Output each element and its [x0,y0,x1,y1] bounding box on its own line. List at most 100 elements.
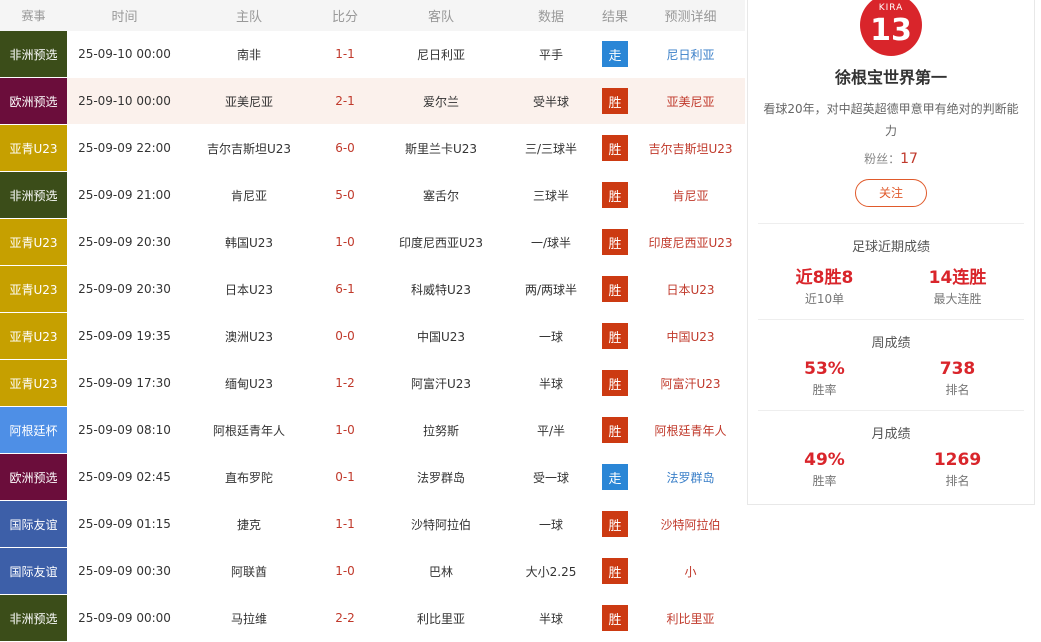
away-team[interactable]: 印度尼西亚U23 [374,234,508,251]
league-tag[interactable]: 非洲预选 [0,31,67,77]
weekly-stats-title: 周成绩 [871,336,911,351]
weekly-rank-label: 排名 [945,383,970,397]
home-team[interactable]: 韩国U23 [182,234,316,251]
table-row[interactable]: 国际友谊 25-09-09 01:15 捷克 1-1 沙特阿拉伯 一球胜沙特阿拉伯 [0,501,745,548]
home-team[interactable]: 捷克 [182,516,316,533]
table-row[interactable]: 亚青U23 25-09-09 20:30 韩国U23 1-0 印度尼西亚U23 一/球半 胜… [0,219,745,266]
away-team[interactable]: 科威特U23 [374,281,508,298]
prediction-link[interactable]: 沙特阿拉伯 [636,516,745,533]
follow-button[interactable]: 关注 [855,179,927,207]
match-time: 25-09-09 08:10 [78,423,171,437]
prediction-link[interactable]: 阿富汗U23 [636,375,745,392]
result-cell: 胜 [594,417,636,443]
home-team[interactable]: 日本U23 [182,281,316,298]
match-score: 6-0 [335,141,355,155]
league-tag[interactable]: 国际友谊 [0,548,67,594]
match-score: 2-2 [335,611,355,625]
home-team[interactable]: 阿联酋 [182,563,316,580]
tipster-avatar[interactable]: KIRA 13 [860,0,922,56]
home-team[interactable]: 直布罗陀 [182,469,316,486]
home-team[interactable]: 马拉维 [182,610,316,627]
away-team[interactable]: 利比里亚 [374,610,508,627]
away-team[interactable]: 巴林 [374,563,508,580]
match-score: 2-1 [335,94,355,108]
prediction-link[interactable]: 利比里亚 [636,610,745,627]
home-team[interactable]: 肯尼亚 [182,187,316,204]
prediction-link[interactable]: 肯尼亚 [636,187,745,204]
table-row[interactable]: 国际友谊 25-09-09 00:30 阿联酋 1-0 巴林 大小2.25 胜小 [0,548,745,595]
league-tag[interactable]: 国际友谊 [0,501,67,547]
table-row[interactable]: 亚青U23 25-09-09 19:35 澳洲U23 0-0 中国U23 一球胜中国U23 [0,313,745,360]
match-time: 25-09-09 22:00 [78,141,171,155]
result-cell: 走 [594,464,636,490]
away-team[interactable]: 尼日利亚 [374,46,508,63]
result-cell: 胜 [594,276,636,302]
handicap-data: 平/半 [536,423,566,438]
prediction-link[interactable]: 尼日利亚 [636,46,745,63]
home-team[interactable]: 缅甸U23 [182,375,316,392]
handicap-data: 一/球半 [530,235,572,250]
header-result: 结果 [601,10,628,25]
match-time: 25-09-09 17:30 [78,376,171,390]
table-row[interactable]: 亚青U23 25-09-09 22:00 吉尔吉斯坦U23 6-0 斯里兰卡U23 三/三… [0,125,745,172]
monthly-rank-label: 排名 [945,474,970,488]
home-team[interactable]: 亚美尼亚 [182,93,316,110]
prediction-link[interactable]: 中国U23 [636,328,745,345]
away-team[interactable]: 沙特阿拉伯 [374,516,508,533]
monthly-stats-title: 月成绩 [871,427,911,442]
match-time: 25-09-09 01:15 [78,517,171,531]
away-team[interactable]: 拉努斯 [374,422,508,439]
prediction-link[interactable]: 印度尼西亚U23 [636,234,745,251]
home-team[interactable]: 吉尔吉斯坦U23 [182,140,316,157]
prediction-link[interactable]: 阿根廷青年人 [636,422,745,439]
league-tag[interactable]: 非洲预选 [0,172,67,218]
match-score: 1-0 [335,235,355,249]
match-score: 1-0 [335,423,355,437]
away-team[interactable]: 塞舌尔 [374,187,508,204]
tipster-panel: KIRA 13 徐根宝世界第一 看球20年，对中超英超德甲意甲有绝对的判断能力 … [747,0,1035,505]
table-row[interactable]: 欧洲预选 25-09-09 02:45 直布罗陀 0-1 法罗群岛 受一球走法罗群岛 [0,454,745,501]
match-score: 0-1 [335,470,355,484]
home-team[interactable]: 阿根廷青年人 [182,422,316,439]
table-row[interactable]: 非洲预选 25-09-10 00:00 南非 1-1 尼日利亚 平手走尼日利亚 [0,31,745,78]
league-tag[interactable]: 非洲预选 [0,595,67,641]
table-row[interactable]: 非洲预选 25-09-09 21:00 肯尼亚 5-0 塞舌尔 三球半胜肯尼亚 [0,172,745,219]
header-away: 客队 [427,10,454,25]
away-team[interactable]: 阿富汗U23 [374,375,508,392]
league-tag[interactable]: 亚青U23 [0,125,67,171]
weekly-stats: 周成绩 53% 胜率 738 排名 [758,319,1024,398]
prediction-link[interactable]: 亚美尼亚 [636,93,745,110]
prediction-link[interactable]: 法罗群岛 [636,469,745,486]
league-tag[interactable]: 亚青U23 [0,266,67,312]
monthly-rate-value: 49% [804,450,845,470]
table-row[interactable]: 非洲预选 25-09-09 00:00 马拉维 2-2 利比里亚 半球胜利比里亚 [0,595,745,642]
league-tag[interactable]: 亚青U23 [0,219,67,265]
table-row[interactable]: 亚青U23 25-09-09 20:30 日本U23 6-1 科威特U23 两/两球半胜日… [0,266,745,313]
league-tag[interactable]: 亚青U23 [0,360,67,406]
league-tag[interactable]: 欧洲预选 [0,454,67,500]
prediction-link[interactable]: 小 [636,563,745,580]
handicap-data: 受半球 [532,94,569,109]
league-tag[interactable]: 阿根廷杯 [0,407,67,453]
away-team[interactable]: 爱尔兰 [374,93,508,110]
league-tag[interactable]: 欧洲预选 [0,78,67,124]
home-team[interactable]: 澳洲U23 [182,328,316,345]
away-team[interactable]: 斯里兰卡U23 [374,140,508,157]
table-row[interactable]: 阿根廷杯 25-09-09 08:10 阿根廷青年人 1-0 拉努斯 平/半胜阿根廷青年人 [0,407,745,454]
table-row[interactable]: 欧洲预选 25-09-10 00:00 亚美尼亚 2-1 爱尔兰 受半球胜亚美尼亚 [0,78,745,125]
match-time: 25-09-09 20:30 [78,282,171,296]
tipster-name[interactable]: 徐根宝世界第一 [748,64,1034,88]
recent-stats-title: 足球近期成绩 [851,240,930,255]
match-time: 25-09-09 20:30 [78,235,171,249]
result-badge: 走 [602,464,628,490]
away-team[interactable]: 法罗群岛 [374,469,508,486]
league-tag[interactable]: 亚青U23 [0,313,67,359]
table-header: 赛事 时间 主队 比分 客队 数据 结果 预测详细 [0,0,745,31]
away-team[interactable]: 中国U23 [374,328,508,345]
prediction-link[interactable]: 日本U23 [636,281,745,298]
table-row[interactable]: 亚青U23 25-09-09 17:30 缅甸U23 1-2 阿富汗U23 半球胜阿富汗U… [0,360,745,407]
match-time: 25-09-09 02:45 [78,470,171,484]
handicap-data: 大小2.25 [525,564,577,579]
home-team[interactable]: 南非 [182,46,316,63]
prediction-link[interactable]: 吉尔吉斯坦U23 [636,140,745,157]
